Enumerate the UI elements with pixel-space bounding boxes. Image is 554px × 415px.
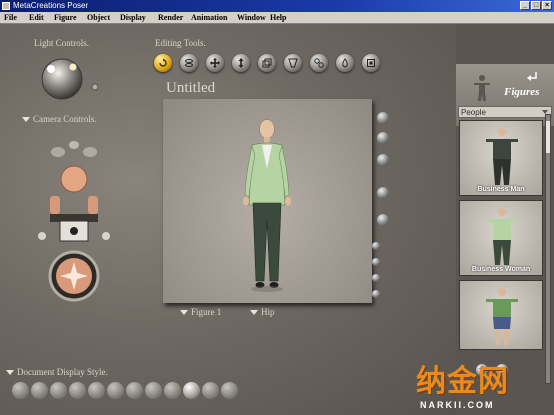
display-style-hidden-line-button[interactable]	[69, 382, 86, 399]
menu-display[interactable]: Display	[120, 12, 146, 24]
key-camera-icon[interactable]	[69, 141, 79, 149]
library-item-business-man[interactable]: Business Man	[459, 120, 543, 196]
camera-controls[interactable]	[36, 132, 112, 304]
casual-figure-thumbnail	[486, 288, 518, 345]
chain-break-tool-button[interactable]	[310, 54, 328, 72]
library-item-label: Business Man	[477, 186, 525, 193]
business-woman-figure[interactable]	[236, 117, 298, 299]
business-woman-thumbnail	[486, 208, 518, 265]
workspace: Light Controls. Editing Tools. Untitled	[0, 24, 456, 415]
document-display-style-label[interactable]: Document Display Style.	[6, 367, 108, 377]
menu-file[interactable]: File	[4, 12, 17, 24]
document-title: Untitled	[166, 80, 216, 96]
translate-tool-button[interactable]	[206, 54, 224, 72]
library-scrollbar[interactable]	[545, 114, 551, 384]
menu-figure[interactable]: Figure	[54, 12, 77, 24]
left-hand-camera-icon[interactable]	[51, 147, 65, 157]
menu-render[interactable]: Render	[158, 12, 183, 24]
left-hand-icon[interactable]	[50, 196, 60, 214]
dropdown-arrow-icon	[250, 310, 258, 316]
dropdown-arrow-icon	[6, 370, 14, 376]
twist-tool-button[interactable]	[180, 54, 198, 72]
face-camera-icon[interactable]	[60, 165, 88, 193]
light-1-icon[interactable]	[47, 65, 55, 73]
memory-dot-button[interactable]	[372, 258, 380, 266]
menu-window[interactable]: Window	[237, 12, 266, 24]
figure-select-value: Figure 1	[191, 307, 222, 317]
display-style-cartoon-lined-button[interactable]	[164, 382, 181, 399]
right-hand-icon[interactable]	[88, 196, 98, 214]
menu-help[interactable]: Help	[270, 12, 286, 24]
figure-select[interactable]: Figure 1	[180, 307, 221, 317]
minimize-button[interactable]: _	[520, 1, 530, 10]
memory-dot-button[interactable]	[372, 274, 380, 282]
scale-tool-button[interactable]	[258, 54, 276, 72]
light-2-icon[interactable]	[69, 63, 77, 71]
parameter-dial-button[interactable]	[377, 187, 389, 199]
display-style-silhouette-button[interactable]	[12, 382, 29, 399]
parameter-dial-button[interactable]	[377, 112, 389, 124]
parameter-dial-button[interactable]	[377, 154, 389, 166]
figure-silhouette-icon	[474, 75, 490, 101]
taper-tool-button[interactable]	[284, 54, 302, 72]
library-item-label: Business Woman	[471, 266, 531, 273]
camera-plane-icon[interactable]	[38, 232, 46, 240]
menu-animation[interactable]: Animation	[191, 12, 227, 24]
display-style-outline-button[interactable]	[31, 382, 48, 399]
light-properties-icon[interactable]	[91, 83, 99, 91]
display-style-flat-lined-button[interactable]	[126, 382, 143, 399]
display-style-extra-button[interactable]	[221, 382, 238, 399]
memory-dot-button[interactable]	[372, 290, 380, 298]
editing-tools-label: Editing Tools.	[155, 38, 206, 48]
camera-controls-label[interactable]: Camera Controls.	[22, 114, 97, 124]
part-select[interactable]: Hip	[250, 307, 275, 317]
memory-dot-button[interactable]	[372, 242, 380, 250]
display-style-lined-button[interactable]	[88, 382, 105, 399]
menu-object[interactable]: Object	[87, 12, 110, 24]
part-select-value: Hip	[261, 307, 275, 317]
parameter-dial-button[interactable]	[377, 132, 389, 144]
display-style-cartoon-button[interactable]	[145, 382, 162, 399]
watermark: 纳金网 NARKII.COM	[402, 352, 554, 415]
watermark-url: NARKII.COM	[420, 400, 495, 410]
document-display-style-text: Document Display Style.	[17, 367, 108, 377]
close-button[interactable]: ×	[542, 1, 552, 10]
view-magnifier-tool-button[interactable]	[362, 54, 380, 72]
menu-bar: File Edit Figure Object Display Render A…	[0, 12, 554, 24]
business-man-thumbnail	[486, 128, 518, 185]
library-item-business-woman[interactable]: Business Woman	[459, 200, 543, 276]
rotate-tool-button[interactable]	[154, 54, 172, 72]
category-select-value: People	[461, 108, 486, 117]
app-icon	[2, 2, 10, 10]
title-bar: MetaCreations Poser _ □ ×	[0, 0, 554, 12]
light-controls-sphere[interactable]	[38, 54, 100, 104]
category-select[interactable]: People	[458, 106, 552, 118]
watermark-logo-text: 纳金网	[416, 364, 509, 399]
color-tool-button[interactable]	[336, 54, 354, 72]
camera-controls-text: Camera Controls.	[33, 114, 97, 124]
display-style-smooth-shaded-button[interactable]	[183, 382, 200, 399]
dropdown-arrow-icon	[22, 117, 30, 123]
library-item-casual-figure[interactable]	[459, 280, 543, 350]
parameter-dial-button[interactable]	[377, 214, 389, 226]
document-window[interactable]	[163, 99, 372, 303]
right-hand-camera-icon[interactable]	[83, 147, 97, 157]
light-controls-label: Light Controls.	[34, 38, 90, 48]
camera-plane-icon[interactable]	[102, 232, 110, 240]
return-arrow-icon[interactable]	[526, 70, 538, 82]
library-scrollbar-thumb[interactable]	[546, 121, 550, 153]
display-style-wireframe-button[interactable]	[50, 382, 67, 399]
maximize-button[interactable]: □	[531, 1, 541, 10]
display-style-flat-shaded-button[interactable]	[107, 382, 124, 399]
window-title: MetaCreations Poser	[13, 1, 89, 10]
menu-edit[interactable]: Edit	[29, 12, 44, 24]
translate-in-out-tool-button[interactable]	[232, 54, 250, 72]
library-tab-title: Figures	[504, 86, 540, 98]
dropdown-arrow-icon	[180, 310, 188, 316]
display-style-texture-button[interactable]	[202, 382, 219, 399]
